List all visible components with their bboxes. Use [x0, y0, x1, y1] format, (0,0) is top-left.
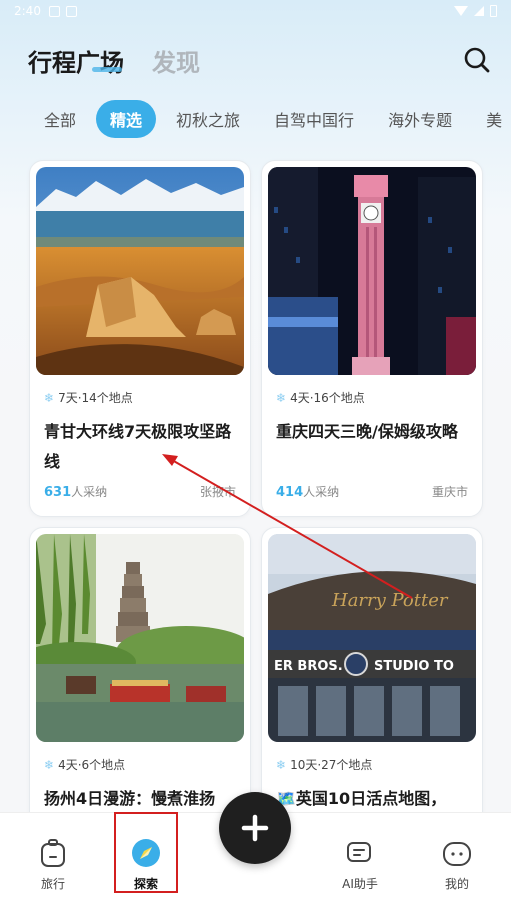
- card-image: [36, 534, 244, 742]
- status-time: 2:40: [14, 4, 41, 18]
- card-adopt-count: 631人采纳: [44, 483, 107, 500]
- category-tab[interactable]: 海外专题: [374, 100, 466, 138]
- nav-label: 我的: [444, 877, 469, 891]
- suitcase-icon: [37, 837, 69, 869]
- plus-icon: [241, 814, 269, 842]
- card-adopt-count: 414人采纳: [276, 483, 339, 500]
- snowflake-icon: ❄: [276, 757, 287, 772]
- tab-discover[interactable]: 发现: [152, 43, 200, 78]
- snowflake-icon: ❄: [44, 390, 55, 405]
- itinerary-card[interactable]: Harry Potter ER BROS. STUDIO TO ❄ 10天·27…: [261, 527, 483, 827]
- card-city: 重庆市: [431, 485, 468, 499]
- card-duration: 7天·14个地点: [58, 391, 133, 405]
- adopt-number: 631: [44, 485, 72, 500]
- nav-label: 旅行: [40, 877, 65, 891]
- wifi-icon: [454, 6, 468, 16]
- nav-profile[interactable]: 我的: [422, 837, 492, 892]
- card-duration: 4天·16个地点: [290, 391, 365, 405]
- svg-text:ER BROS.: ER BROS.: [274, 659, 343, 674]
- chat-bubble-icon: [344, 837, 376, 869]
- itinerary-card[interactable]: ❄ 4天·6个地点 扬州4日漫游：慢煮淮扬: [29, 527, 251, 827]
- card-title: 扬州4日漫游：慢煮淮扬: [44, 789, 216, 808]
- card-city: 张掖市: [199, 485, 236, 499]
- nav-ai-assistant[interactable]: AI助手: [325, 837, 395, 892]
- profile-face-icon: [441, 837, 473, 869]
- notification-icon: [48, 5, 60, 17]
- svg-text:STUDIO TO: STUDIO TO: [374, 659, 454, 674]
- harry-potter-sign: Harry Potter: [331, 590, 449, 611]
- category-tab-selected[interactable]: 精选: [96, 100, 157, 138]
- category-tab[interactable]: 自驾中国行: [260, 100, 368, 138]
- annotation-highlight-box: [114, 812, 178, 893]
- category-tab[interactable]: 全部: [30, 100, 90, 138]
- category-tabs: 全部 精选 初秋之旅 自驾中国行 海外专题 美: [30, 100, 511, 138]
- tab-itinerary-plaza[interactable]: 行程广场: [28, 43, 124, 78]
- card-meta: ❄ 4天·6个地点: [44, 756, 125, 773]
- adopt-suffix: 人采纳: [303, 485, 340, 499]
- snowflake-icon: ❄: [44, 757, 55, 772]
- add-button[interactable]: [219, 792, 291, 864]
- status-bar: 2:40: [0, 0, 511, 22]
- card-image: [36, 167, 244, 375]
- itinerary-card[interactable]: ❄ 4天·16个地点 重庆四天三晚/保姆级攻略 414人采纳 重庆市: [261, 160, 483, 517]
- search-icon: [464, 47, 490, 73]
- card-image: Harry Potter ER BROS. STUDIO TO: [268, 534, 476, 742]
- category-tab[interactable]: 初秋之旅: [162, 100, 254, 138]
- itinerary-card[interactable]: ❄ 7天·14个地点 青甘大环线7天极限攻坚路线 631人采纳 张掖市: [29, 160, 251, 517]
- card-meta: ❄ 4天·16个地点: [276, 389, 365, 406]
- battery-icon: [490, 5, 497, 17]
- card-title: 🗺️英国10日活点地图，: [276, 784, 472, 814]
- notification-icon: [65, 5, 77, 17]
- nav-travel[interactable]: 旅行: [18, 837, 88, 892]
- signal-icon: [474, 6, 484, 16]
- card-duration: 4天·6个地点: [58, 758, 126, 772]
- card-meta: ❄ 7天·14个地点: [44, 389, 133, 406]
- card-meta: ❄ 10天·27个地点: [276, 756, 372, 773]
- card-title: 青甘大环线7天极限攻坚路线: [44, 422, 232, 471]
- card-title-text: 英国10日活点地图，: [295, 789, 447, 808]
- card-duration: 10天·27个地点: [290, 758, 373, 772]
- category-tab[interactable]: 美: [472, 100, 511, 138]
- nav-label: AI助手: [342, 877, 378, 891]
- adopt-suffix: 人采纳: [71, 485, 108, 499]
- snowflake-icon: ❄: [276, 390, 287, 405]
- header: 行程广场 发现: [28, 40, 493, 80]
- adopt-number: 414: [276, 485, 304, 500]
- card-image: [268, 167, 476, 375]
- search-button[interactable]: [461, 44, 493, 76]
- card-title: 重庆四天三晚/保姆级攻略: [276, 422, 458, 441]
